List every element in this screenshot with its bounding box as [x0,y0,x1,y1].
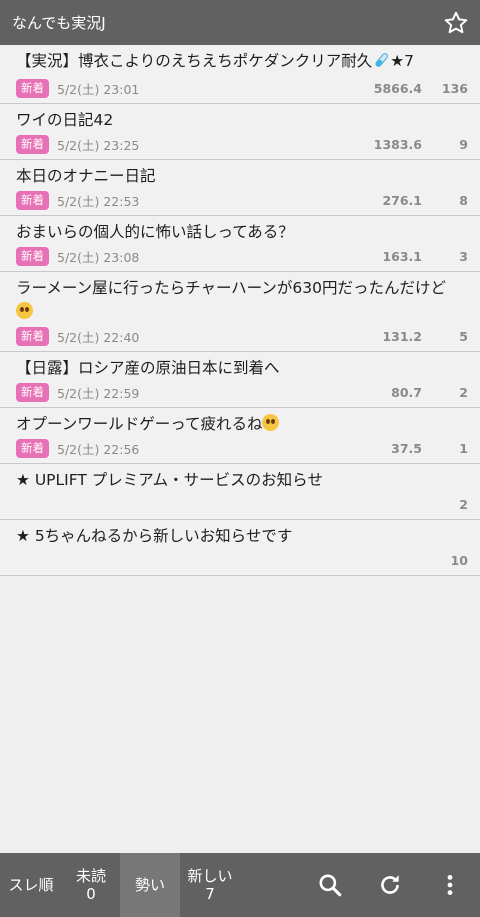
notice-title: ★ UPLIFT プレミアム・サービスのお知らせ [16,471,323,489]
notice-title: ★ 5ちゃんねるから新しいお知らせです [16,527,293,545]
thread-ikioi: 80.7 [391,384,422,400]
thread-row[interactable]: 【実況】博衣こよりのえちえちポケダンクリア耐久 ★7 新着 5/2(土) 23:0… [0,45,480,104]
star-outline-icon[interactable] [442,9,470,37]
thread-date: 5/2(土) 22:53 [57,193,140,209]
tab-ikioi[interactable]: 勢い [120,853,180,917]
thread-date: 5/2(土) 23:25 [57,137,140,153]
new-badge: 新着 [16,78,49,98]
thread-title: 【日露】ロシア産の原油日本に到着へ [16,359,280,377]
notice-row[interactable]: ★ UPLIFT プレミアム・サービスのお知らせ 2 [0,464,480,520]
thread-row[interactable]: オプーンワールドゲーって疲れるね 新着 5/2(土) 22:56 37.5 1 [0,408,480,464]
thread-title: おまいらの個人的に怖い話しってある？ [16,223,294,241]
pleading-face-icon [16,302,33,319]
thread-res-count: 8 [459,192,468,208]
thread-ikioi: 131.2 [382,328,422,344]
thread-row[interactable]: 【日露】ロシア産の原油日本に到着へ 新着 5/2(土) 22:59 80.7 2 [0,352,480,408]
thread-ikioi: 5866.4 [373,80,422,96]
thread-title: 【実況】博衣こよりのえちえちポケダンクリア耐久 ★7 [16,49,468,76]
thread-date: 5/2(土) 23:08 [57,249,140,265]
thread-res-count: 5 [459,328,468,344]
thread-res-count: 3 [459,248,468,264]
thread-date: 5/2(土) 22:56 [57,441,140,457]
thread-title: 本日のオナニー日記 [16,167,156,185]
new-badge: 新着 [16,134,49,154]
board-title: なんでも実況J [12,14,106,32]
new-badge: 新着 [16,246,49,266]
thread-row[interactable]: 本日のオナニー日記 新着 5/2(土) 22:53 276.1 8 [0,160,480,216]
thread-list: 【実況】博衣こよりのえちえちポケダンクリア耐久 ★7 新着 5/2(土) 23:0… [0,45,480,576]
search-icon[interactable] [300,853,360,917]
tab-unread[interactable]: 未読 0 [62,853,120,917]
pleading-face-icon [262,414,280,431]
thread-ikioi: 163.1 [382,248,422,264]
thread-res-count: 136 [441,80,468,96]
new-badge: 新着 [16,190,49,210]
test-tube-icon [372,51,390,76]
thread-date: 5/2(土) 22:40 [57,329,140,345]
thread-row[interactable]: ワイの日記42 新着 5/2(土) 23:25 1383.6 9 [0,104,480,160]
thread-title: オプーンワールドゲーって疲れるね [16,412,468,436]
sort-order-button[interactable]: スレ順 [0,853,62,917]
thread-title: ラーメーン屋に行ったらチャーハーンが630円だったんだけど [16,276,468,324]
new-label: 新しい [187,867,233,885]
thread-ikioi: 37.5 [391,440,422,456]
thread-date: 5/2(土) 22:59 [57,385,140,401]
thread-row[interactable]: おまいらの個人的に怖い話しってある？ 新着 5/2(土) 23:08 163.1… [0,216,480,272]
ikioi-label: 勢い [134,876,165,894]
new-count: 7 [205,885,215,903]
refresh-icon[interactable] [360,853,420,917]
unread-count: 0 [86,885,96,903]
sort-order-label: スレ順 [8,876,54,894]
thread-res-count: 9 [459,136,468,152]
thread-res-count: 2 [459,496,468,512]
more-vert-icon[interactable] [420,853,480,917]
tab-new[interactable]: 新しい 7 [180,853,240,917]
new-badge: 新着 [16,438,49,458]
new-badge: 新着 [16,326,49,346]
app-header: なんでも実況J [0,0,480,45]
thread-ikioi: 1383.6 [373,136,422,152]
new-badge: 新着 [16,382,49,402]
unread-label: 未読 [75,867,106,885]
thread-res-count: 10 [450,552,468,568]
thread-date: 5/2(土) 23:01 [57,81,140,97]
thread-res-count: 1 [459,440,468,456]
bottom-toolbar: スレ順 未読 0 勢い 新しい 7 [0,853,480,917]
thread-title: ワイの日記42 [16,111,114,129]
thread-ikioi: 276.1 [382,192,422,208]
thread-row[interactable]: ラーメーン屋に行ったらチャーハーンが630円だったんだけど 新着 5/2(土) … [0,272,480,352]
notice-row[interactable]: ★ 5ちゃんねるから新しいお知らせです 10 [0,520,480,576]
thread-res-count: 2 [459,384,468,400]
